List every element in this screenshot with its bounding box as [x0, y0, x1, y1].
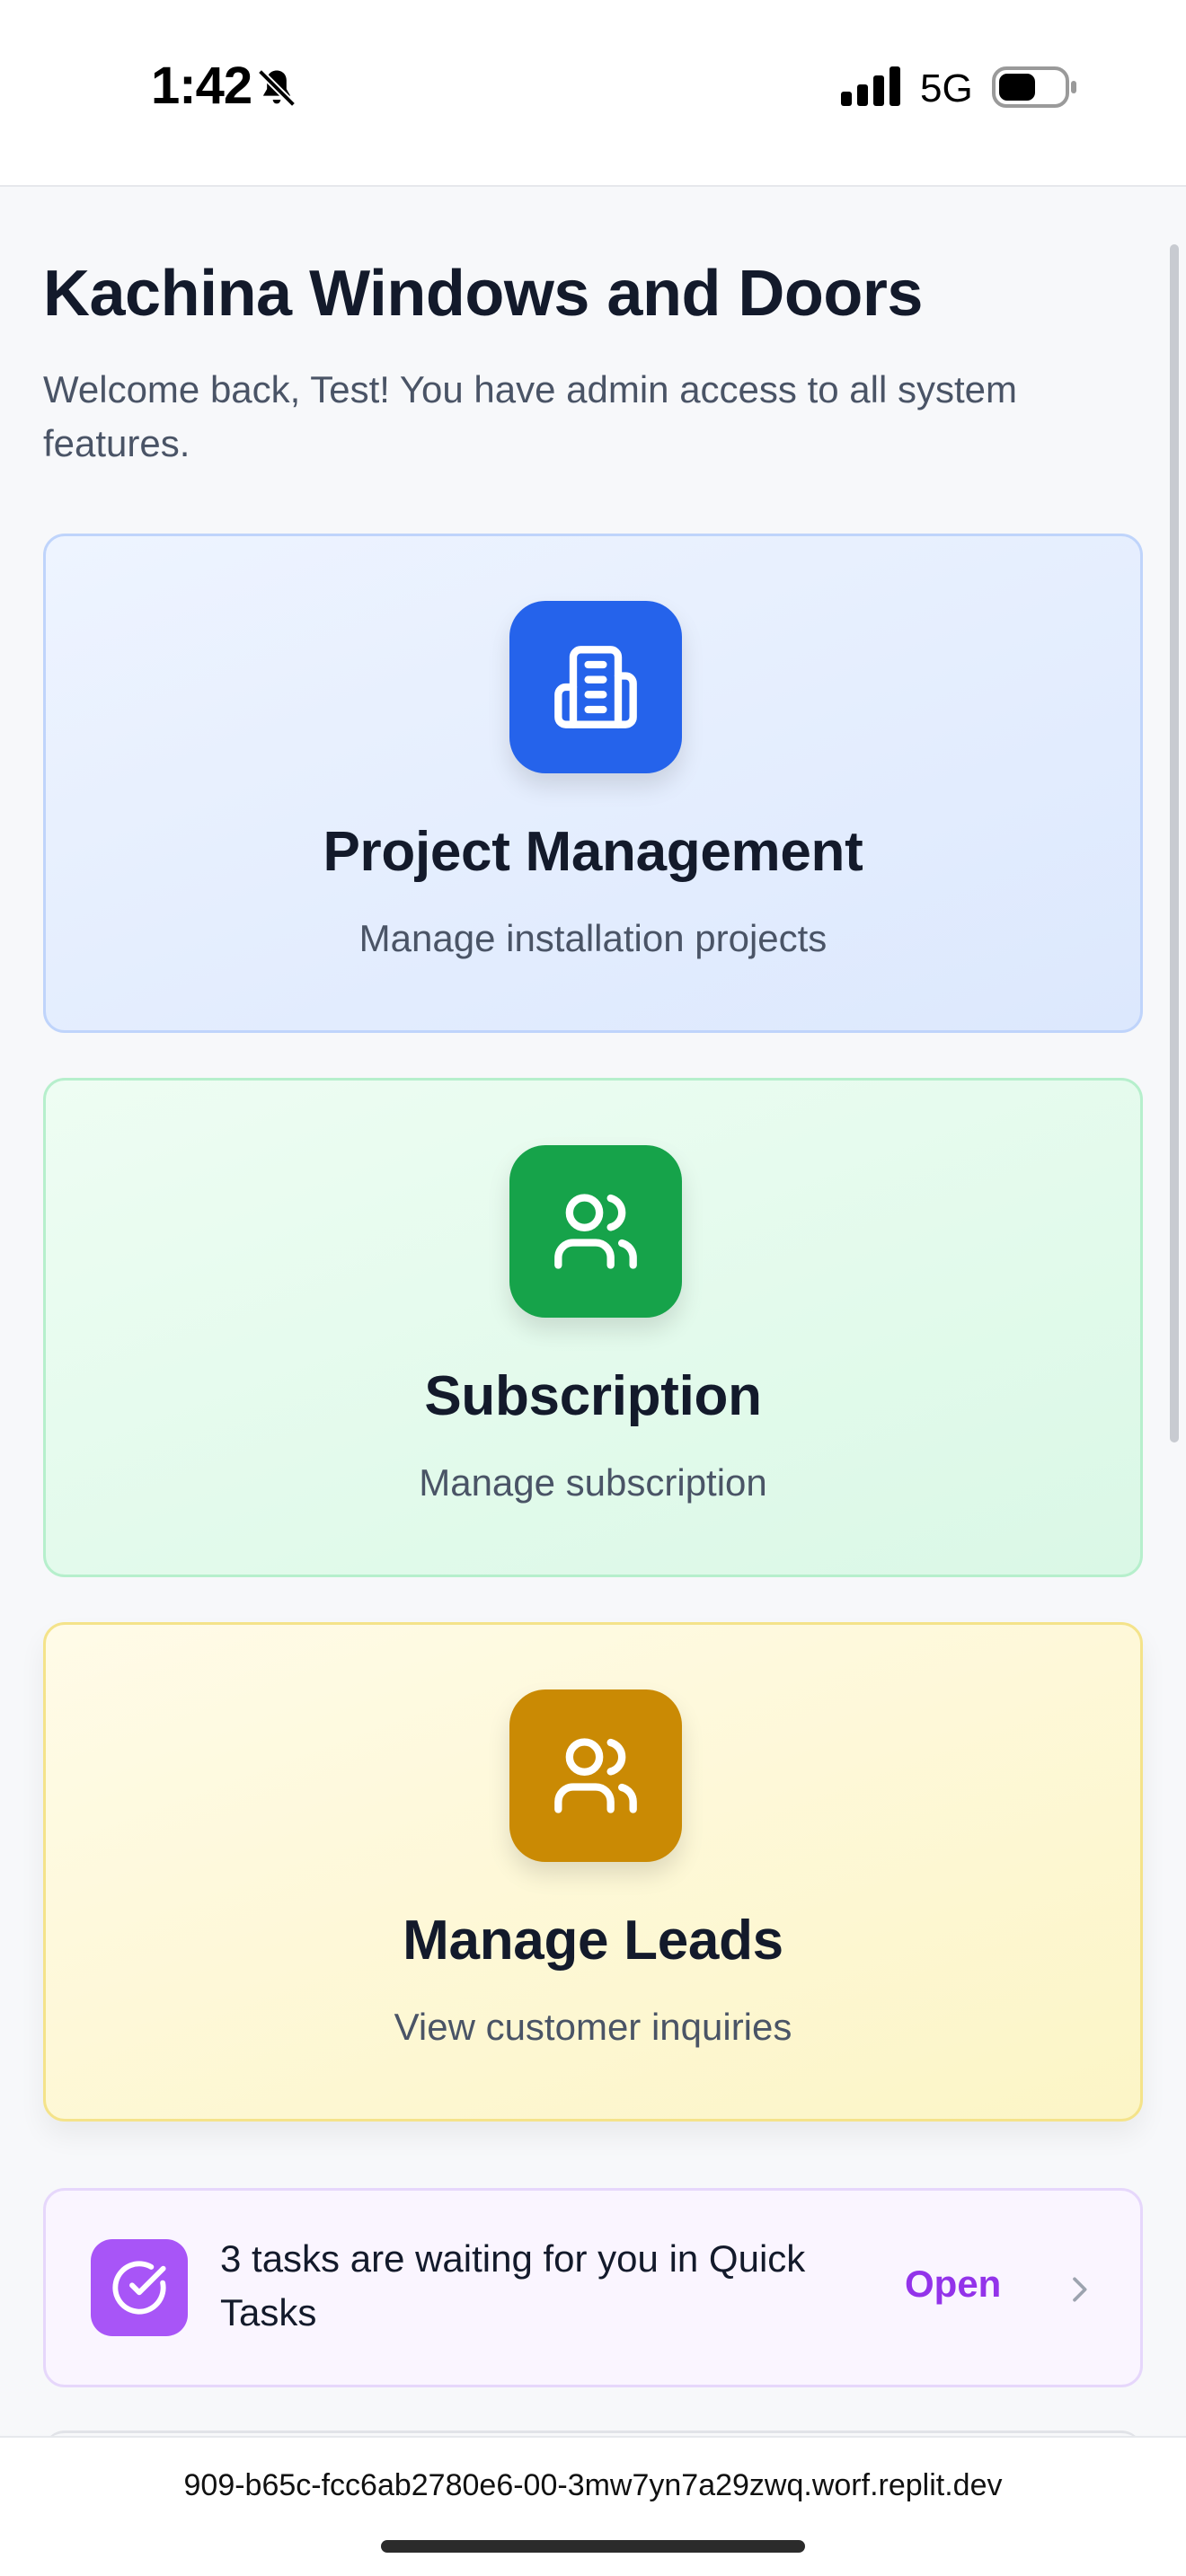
check-circle-icon — [91, 2239, 188, 2336]
status-bar: 1:42 5G — [0, 0, 1186, 187]
browser-url-bar[interactable]: 909-b65c-fcc6ab2780e6-00-3mw7yn7a29zwq.w… — [0, 2436, 1186, 2576]
chevron-right-icon — [1073, 2277, 1087, 2302]
status-time: 1:42 — [151, 57, 252, 115]
project-management-card[interactable]: Project Management Manage installation p… — [43, 534, 1143, 1033]
card-description: Manage installation projects — [358, 917, 828, 959]
users-icon — [509, 1689, 682, 1862]
app-screen: 1:42 5G Kachina Windows and Doors Welcom… — [0, 0, 1186, 2576]
quick-tasks-banner[interactable]: 3 tasks are waiting for you in Quick Tas… — [43, 2188, 1143, 2387]
manage-leads-card[interactable]: Manage Leads View customer inquiries — [43, 1622, 1143, 2122]
url-text[interactable]: 909-b65c-fcc6ab2780e6-00-3mw7yn7a29zwq.w… — [0, 2468, 1186, 2503]
users-icon — [509, 1145, 682, 1318]
open-quick-tasks-button[interactable]: Open — [905, 2263, 1001, 2306]
scrollbar[interactable] — [1170, 244, 1179, 1442]
building-icon — [509, 601, 682, 773]
signal-bars-icon — [841, 66, 900, 106]
network-type: 5G — [920, 66, 973, 110]
home-indicator[interactable] — [381, 2540, 805, 2553]
card-title: Subscription — [424, 1365, 762, 1427]
subscription-card[interactable]: Subscription Manage subscription — [43, 1078, 1143, 1577]
battery-icon — [992, 66, 1076, 108]
card-description: Manage subscription — [419, 1461, 767, 1504]
welcome-message: Welcome back, Test! You have admin acces… — [43, 368, 1017, 464]
card-description: View customer inquiries — [394, 2006, 792, 2048]
bell-slash-icon — [257, 68, 296, 108]
card-title: Project Management — [323, 821, 863, 883]
quick-tasks-message: 3 tasks are waiting for you in Quick Tas… — [220, 2237, 806, 2333]
page-title: Kachina Windows and Doors — [43, 258, 923, 330]
card-title: Manage Leads — [403, 1910, 783, 1972]
